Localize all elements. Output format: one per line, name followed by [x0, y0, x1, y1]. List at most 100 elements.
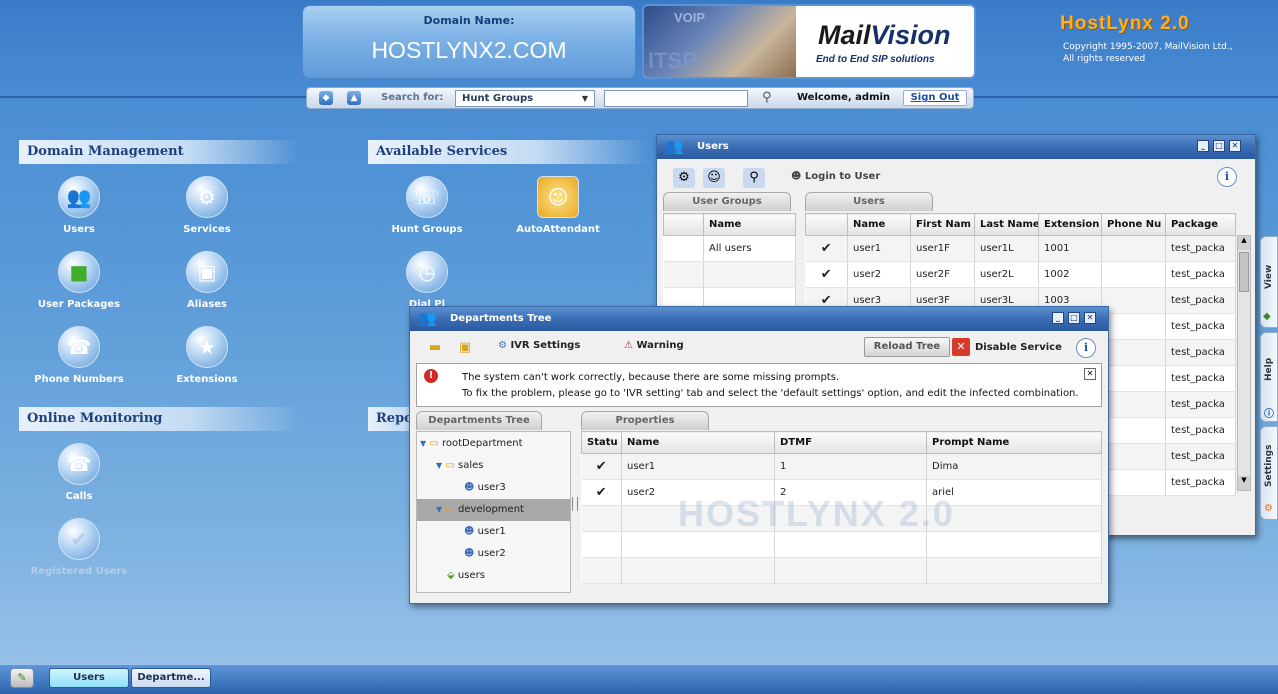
disable-service-button[interactable]: Disable Service — [975, 342, 1062, 353]
tile-calls[interactable]: ☎ Calls — [29, 443, 129, 502]
sign-out-button[interactable]: Sign Out — [903, 90, 967, 106]
login-to-user-button[interactable]: ☻ Login to User — [791, 171, 880, 182]
search-bar: ◆ ▲ Search for: Hunt Groups ▼ ⚲ Welcome, … — [306, 87, 974, 109]
scroll-up-icon[interactable]: ▲ — [1238, 236, 1250, 250]
users-col-status[interactable] — [805, 213, 848, 236]
users-col-last-name[interactable]: Last Name — [974, 213, 1039, 236]
group-icon: ⬙ — [447, 570, 455, 581]
prop-row-status: ✔ — [581, 479, 622, 506]
ivr-settings-button[interactable]: ⚙ IVR Settings — [498, 340, 580, 351]
table-row[interactable] — [581, 557, 1102, 584]
tab-departments-tree[interactable]: Departments Tree — [416, 411, 542, 430]
close-message-icon[interactable]: ✕ — [1084, 368, 1096, 380]
table-row[interactable] — [581, 531, 1102, 558]
expand-icon[interactable]: ▼ — [420, 439, 426, 448]
splitter-handle[interactable] — [572, 497, 578, 511]
props-col-name[interactable]: Name — [621, 431, 775, 454]
users-settings-icon[interactable]: ⚙ — [673, 168, 695, 188]
tile-aliases[interactable]: ▣ Aliases — [157, 251, 257, 310]
side-tab-view-label: View — [1264, 264, 1274, 289]
info-icon[interactable]: i — [1076, 338, 1096, 358]
table-row[interactable]: ✔ user1 user1F user1L 1001 test_packa — [805, 235, 1236, 262]
scroll-down-icon[interactable]: ▼ — [1238, 476, 1250, 490]
user-row-extension: 1001 — [1038, 235, 1102, 262]
side-tab-view[interactable]: View ◆ — [1260, 236, 1278, 328]
props-col-prompt-name[interactable]: Prompt Name — [926, 431, 1102, 454]
settings-gear-icon: ⚙ — [1264, 503, 1273, 514]
minimize-icon[interactable]: _ — [1197, 140, 1209, 152]
tile-phone-numbers[interactable]: ☎ Phone Numbers — [29, 326, 129, 385]
user-groups-table: Name All users — [663, 213, 796, 314]
help-icon: ⓘ — [1264, 409, 1274, 420]
tile-hunt-groups[interactable]: ☏ Hunt Groups — [377, 176, 477, 235]
users-col-name[interactable]: Name — [847, 213, 911, 236]
hostlynx-watermark: HOSTLYNX 2.0 — [678, 493, 955, 534]
search-type-select[interactable]: Hunt Groups ▼ — [455, 90, 595, 107]
mailvision-banner: VOIP ITSP MailVision End to End SIP solu… — [642, 4, 976, 79]
groups-col-name[interactable]: Name — [703, 213, 796, 236]
folder-user-icon[interactable]: ▣ — [454, 338, 476, 358]
tree-node-dev-user1[interactable]: ☻ user1 — [464, 526, 506, 537]
tab-users[interactable]: Users — [805, 192, 933, 211]
reload-tree-button[interactable]: Reload Tree — [864, 337, 950, 357]
search-user-icon[interactable]: ⚲ — [743, 168, 765, 188]
info-icon[interactable]: i — [1217, 167, 1237, 187]
users-scrollbar[interactable]: ▲ ▼ — [1237, 235, 1251, 491]
maximize-icon[interactable]: □ — [1213, 140, 1225, 152]
props-col-dtmf[interactable]: DTMF — [774, 431, 927, 454]
expand-icon[interactable]: ▼ — [436, 505, 442, 514]
tree-node-sales[interactable]: ▼ ▭ sales — [436, 460, 483, 471]
navigate-icon[interactable]: ◆ — [319, 91, 333, 105]
folder-icon[interactable]: ▬ — [424, 338, 446, 358]
tile-auto-attendant[interactable]: ☺ AutoAttendant — [508, 176, 608, 235]
warning-message-box: ! The system can't work correctly, becau… — [416, 363, 1102, 407]
table-row[interactable]: ✔ user2 user2F user2L 1002 test_packa — [805, 261, 1236, 288]
tile-extensions[interactable]: ★ Extensions — [157, 326, 257, 385]
props-col-status[interactable]: Statu — [581, 431, 622, 454]
users-col-extension[interactable]: Extension — [1038, 213, 1102, 236]
warning-button[interactable]: ⚠ Warning — [624, 340, 684, 351]
minimize-icon[interactable]: _ — [1052, 312, 1064, 324]
tree-node-root[interactable]: ▼ ▭ rootDepartment — [420, 438, 523, 449]
home-up-icon[interactable]: ▲ — [347, 91, 361, 105]
disable-icon[interactable]: ✕ — [952, 338, 970, 356]
departments-window-titlebar[interactable]: 👥 Departments Tree _ □ ✕ — [410, 307, 1108, 331]
users-col-phone-number[interactable]: Phone Nu — [1101, 213, 1166, 236]
folder-icon: ▭ — [445, 504, 455, 515]
tile-services[interactable]: ⚙ Services — [157, 176, 257, 235]
tile-user-packages[interactable]: ■ User Packages — [29, 251, 129, 310]
tree-node-dev-user2[interactable]: ☻ user2 — [464, 548, 506, 559]
user-row-package: test_packa — [1165, 339, 1236, 366]
close-icon[interactable]: ✕ — [1229, 140, 1241, 152]
task-departments[interactable]: Departme... — [131, 668, 211, 688]
scroll-thumb[interactable] — [1239, 252, 1249, 292]
users-col-first-name[interactable]: First Nam — [910, 213, 975, 236]
tile-dial-plan[interactable]: ◷ Dial Pl — [377, 251, 477, 310]
tab-user-groups[interactable]: User Groups — [663, 192, 791, 211]
users-col-package[interactable]: Package — [1165, 213, 1236, 236]
tree-node-development[interactable]: ▼ ▭ development — [417, 499, 570, 521]
group-row-name — [703, 261, 796, 288]
user-icon[interactable]: ☺ — [703, 168, 725, 188]
side-tab-settings[interactable]: Settings ⚙ — [1260, 426, 1278, 520]
tree-node-users[interactable]: ⬙ users — [447, 570, 485, 581]
expand-icon[interactable]: ▼ — [436, 461, 442, 470]
prop-row-status — [581, 557, 622, 584]
table-row[interactable]: ✔ user1 1 Dima — [581, 453, 1102, 480]
tile-users[interactable]: 👥 Users — [29, 176, 129, 235]
prop-row-status — [581, 531, 622, 558]
side-tab-help[interactable]: Help ⓘ — [1260, 332, 1278, 422]
tree-node-sales-user3[interactable]: ☻ user3 — [464, 482, 506, 493]
search-input[interactable] — [604, 90, 748, 107]
close-icon[interactable]: ✕ — [1084, 312, 1096, 324]
users-window-titlebar[interactable]: 👥 Users _ □ ✕ — [657, 135, 1255, 159]
table-row[interactable]: All users — [663, 235, 796, 262]
user-row-status: ✔ — [805, 235, 848, 262]
dial-plan-clock-icon: ◷ — [406, 251, 448, 293]
tile-registered-users[interactable]: ✔ Registered Users — [29, 518, 129, 577]
start-menu-icon[interactable]: ✎ — [10, 668, 34, 688]
tab-properties[interactable]: Properties — [581, 411, 709, 430]
maximize-icon[interactable]: □ — [1068, 312, 1080, 324]
task-users[interactable]: Users — [49, 668, 129, 688]
search-icon[interactable]: ⚲ — [762, 90, 772, 105]
